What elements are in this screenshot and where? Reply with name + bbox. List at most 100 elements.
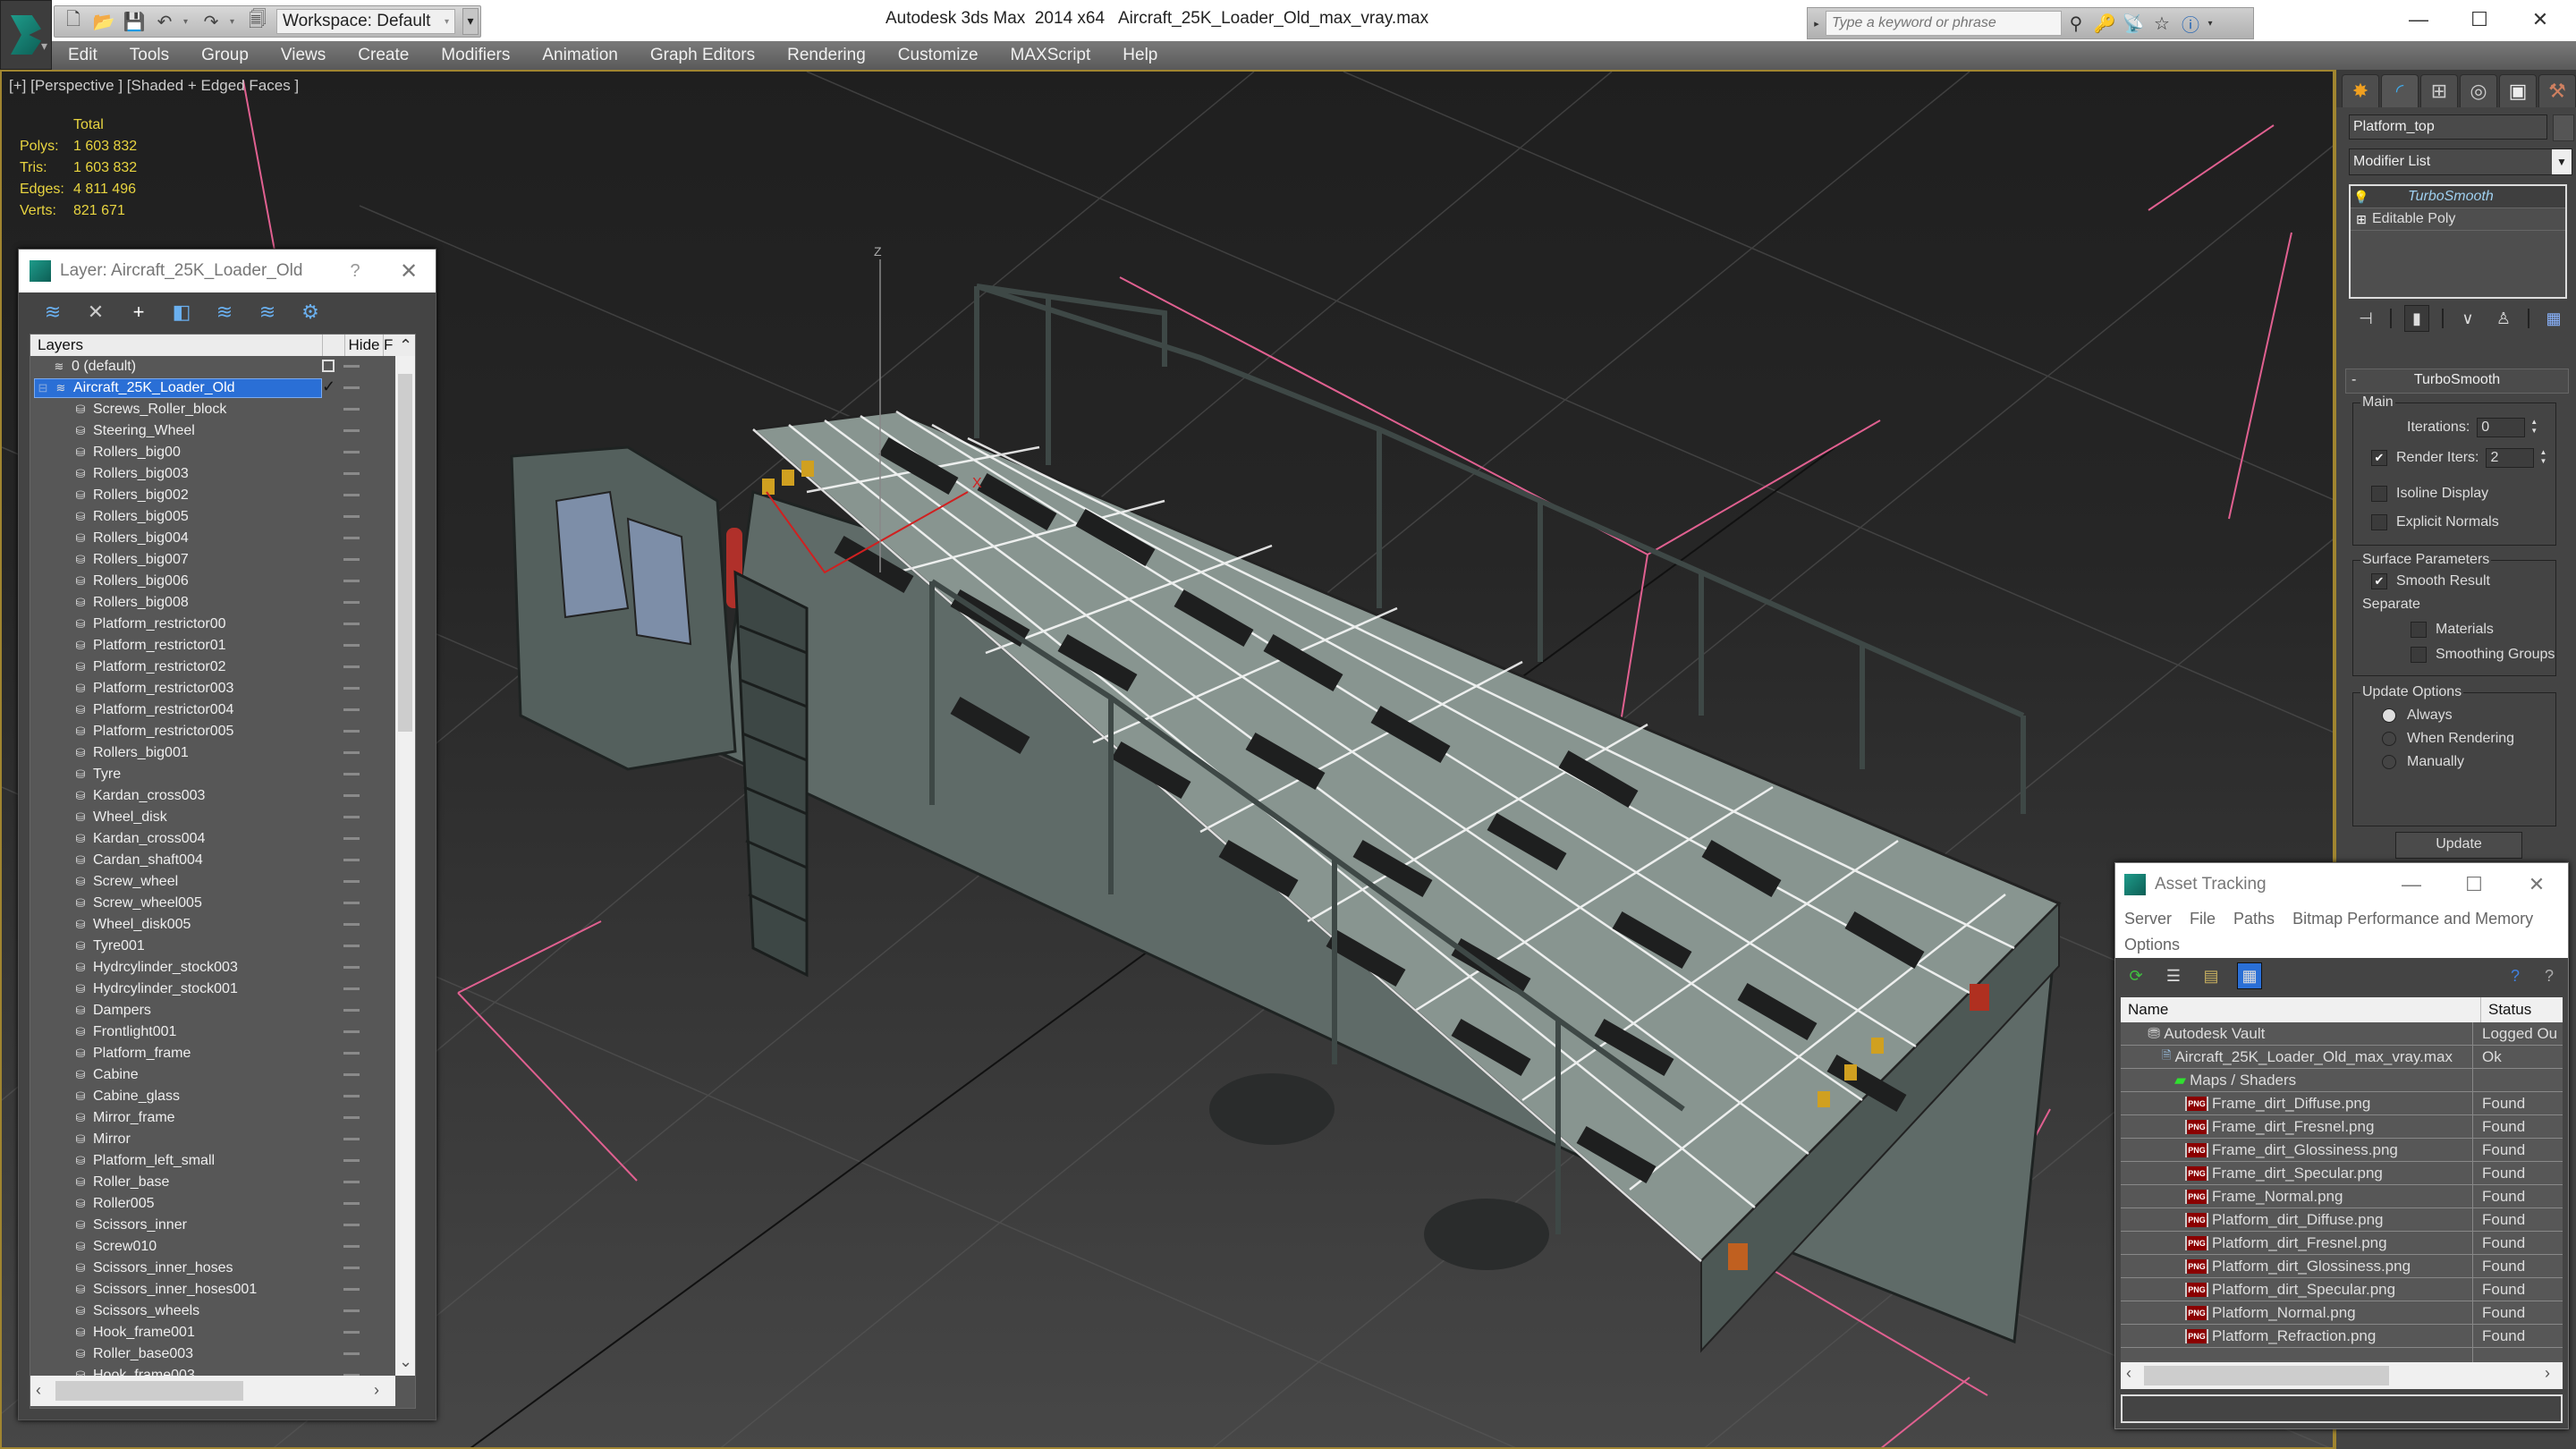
- help-icon[interactable]: ?: [2538, 963, 2561, 988]
- column-status[interactable]: Status: [2481, 997, 2531, 1022]
- hide-toggle[interactable]: [343, 494, 360, 496]
- layer-object-row[interactable]: ⛁ Mirror: [30, 1129, 415, 1150]
- hide-toggle[interactable]: [343, 859, 360, 861]
- menu-options[interactable]: Options: [2124, 932, 2180, 958]
- asset-row[interactable]: ▰ Maps / Shaders: [2121, 1069, 2563, 1092]
- layer-object-row[interactable]: ⛁ Mirror_frame: [30, 1107, 415, 1129]
- menu-graph-editors[interactable]: Graph Editors: [634, 46, 771, 65]
- add-to-layer-icon[interactable]: +: [126, 300, 151, 325]
- layer-object-row[interactable]: ⛁ Wheel_disk: [30, 807, 415, 828]
- smoothing-groups-option[interactable]: Smoothing Groups: [2411, 647, 2555, 663]
- layer-object-row[interactable]: ⛁ Scissors_inner: [30, 1215, 415, 1236]
- pin-stack-icon[interactable]: ⊣: [2354, 306, 2377, 331]
- hide-toggle[interactable]: [343, 1374, 360, 1376]
- tree-view-icon[interactable]: ▤: [2199, 963, 2223, 988]
- current-layer-toggle[interactable]: [322, 360, 335, 372]
- asset-row[interactable]: PNG Platform_Refraction.png Found: [2121, 1325, 2563, 1348]
- layer-object-row[interactable]: ⛁ Wheel_disk005: [30, 914, 415, 936]
- asset-row[interactable]: PNG Frame_dirt_Fresnel.png Found: [2121, 1115, 2563, 1139]
- layer-object-row[interactable]: ⛁ Rollers_big005: [30, 506, 415, 528]
- layer-object-row[interactable]: ⛁ Tyre001: [30, 936, 415, 957]
- utilities-tab[interactable]: ⚒: [2538, 74, 2576, 107]
- motion-tab[interactable]: ◎: [2460, 74, 2497, 107]
- hide-toggle[interactable]: [343, 537, 360, 539]
- layer-object-row[interactable]: ⛁ Platform_restrictor01: [30, 635, 415, 657]
- help-dropdown-icon[interactable]: ▾: [2205, 11, 2216, 36]
- highlight-layer-icon[interactable]: ≋: [255, 300, 280, 325]
- hide-toggle[interactable]: [343, 945, 360, 947]
- layer-object-row[interactable]: ⛁ Rollers_big001: [30, 742, 415, 764]
- refresh-icon[interactable]: ⟳: [2124, 963, 2148, 988]
- make-unique-icon[interactable]: ∨: [2456, 306, 2479, 331]
- explicit-normals-option[interactable]: Explicit Normals: [2371, 514, 2499, 530]
- save-icon[interactable]: 💾: [123, 10, 146, 33]
- menu-paths[interactable]: Paths: [2233, 906, 2275, 932]
- list-view-icon[interactable]: ☰: [2162, 963, 2185, 988]
- hide-toggle[interactable]: [343, 987, 360, 990]
- hide-toggle[interactable]: [343, 623, 360, 625]
- column-name[interactable]: Name: [2121, 997, 2481, 1022]
- layer-object-row[interactable]: ⛁ Screw_wheel005: [30, 893, 415, 914]
- hide-toggle[interactable]: [343, 1331, 360, 1334]
- layer-object-row[interactable]: ⛁ Rollers_big002: [30, 485, 415, 506]
- open-file-icon[interactable]: 📂: [92, 10, 115, 33]
- layer-object-row[interactable]: ⛁ Screws_Roller_block: [30, 399, 415, 420]
- hide-toggle[interactable]: [343, 880, 360, 883]
- hide-toggle[interactable]: [343, 902, 360, 904]
- hide-toggle[interactable]: [343, 1352, 360, 1355]
- scroll-up-icon[interactable]: ⌃: [399, 336, 412, 355]
- hide-toggle[interactable]: [343, 1052, 360, 1055]
- menu-tools[interactable]: Tools: [114, 46, 185, 65]
- asset-row[interactable]: PNG Platform_dirt_Specular.png Found: [2121, 1278, 2563, 1301]
- asset-row[interactable]: PNG Platform_Normal.png Found: [2121, 1301, 2563, 1325]
- stack-item-turbosmooth[interactable]: 💡 TurboSmooth: [2351, 186, 2565, 208]
- asset-row[interactable]: PNG Platform_dirt_Fresnel.png Found: [2121, 1232, 2563, 1255]
- hierarchy-tab[interactable]: ⊞: [2420, 74, 2458, 107]
- new-file-icon[interactable]: 🗋: [62, 10, 85, 33]
- hide-toggle[interactable]: [343, 1181, 360, 1183]
- close-button[interactable]: ✕: [2510, 2, 2571, 38]
- layer-object-row[interactable]: ⛁ Roller005: [30, 1193, 415, 1215]
- hide-toggle[interactable]: [343, 1288, 360, 1291]
- layer-object-row[interactable]: ⛁ Tyre: [30, 764, 415, 785]
- layer-object-row[interactable]: ⛁ Cardan_shaft004: [30, 850, 415, 871]
- hide-toggle[interactable]: [343, 837, 360, 840]
- scroll-down-icon[interactable]: ⌄: [399, 1352, 412, 1371]
- communication-center-icon[interactable]: 📡: [2119, 11, 2148, 36]
- asset-row[interactable]: 🗎 Aircraft_25K_Loader_Old_max_vray.max Ok: [2121, 1046, 2563, 1069]
- hide-toggle[interactable]: [343, 1202, 360, 1205]
- redo-dropdown-icon[interactable]: ▾: [230, 17, 239, 27]
- binoculars-search-icon[interactable]: ⚲: [2062, 11, 2090, 36]
- scrollbar-thumb[interactable]: [55, 1381, 243, 1401]
- hide-toggle[interactable]: [343, 966, 360, 969]
- hide-toggle[interactable]: [343, 365, 360, 368]
- menu-bitmap-performance[interactable]: Bitmap Performance and Memory: [2292, 906, 2533, 932]
- select-layer-icon[interactable]: ≋: [212, 300, 237, 325]
- isoline-display-option[interactable]: Isoline Display: [2371, 486, 2488, 502]
- menu-create[interactable]: Create: [342, 46, 425, 65]
- update-button[interactable]: Update: [2395, 832, 2522, 859]
- hide-toggle[interactable]: [343, 923, 360, 926]
- layer-object-row[interactable]: ⛁ Platform_left_small: [30, 1150, 415, 1172]
- hide-toggle[interactable]: [343, 408, 360, 411]
- hide-toggle[interactable]: [343, 665, 360, 668]
- asset-row[interactable]: PNG Platform_dirt_Glossiness.png Found: [2121, 1255, 2563, 1278]
- collapse-minus-icon[interactable]: ⊟: [36, 381, 50, 395]
- maximize-button[interactable]: ☐: [2443, 873, 2505, 896]
- hide-toggle[interactable]: [343, 644, 360, 647]
- menu-animation[interactable]: Animation: [526, 46, 634, 65]
- smooth-result-checkbox[interactable]: ✔: [2371, 573, 2387, 589]
- layer-object-row[interactable]: ⛁ Cabine_glass: [30, 1086, 415, 1107]
- undo-dropdown-icon[interactable]: ▾: [183, 17, 192, 27]
- lightbulb-icon[interactable]: 💡: [2351, 190, 2372, 205]
- expand-plus-icon[interactable]: ⊞: [2351, 212, 2372, 227]
- hide-toggle[interactable]: [343, 730, 360, 733]
- materials-option[interactable]: Materials: [2411, 622, 2494, 638]
- asset-row[interactable]: PNG Frame_dirt_Specular.png Found: [2121, 1162, 2563, 1185]
- hide-toggle[interactable]: [343, 1159, 360, 1162]
- update-manually-option[interactable]: Manually: [2382, 754, 2464, 770]
- always-radio[interactable]: [2382, 708, 2396, 723]
- layer-object-row[interactable]: ⛁ Screw_wheel: [30, 871, 415, 893]
- asset-row[interactable]: PNG Frame_Normal.png Found: [2121, 1185, 2563, 1208]
- scroll-right-icon[interactable]: ›: [374, 1381, 379, 1400]
